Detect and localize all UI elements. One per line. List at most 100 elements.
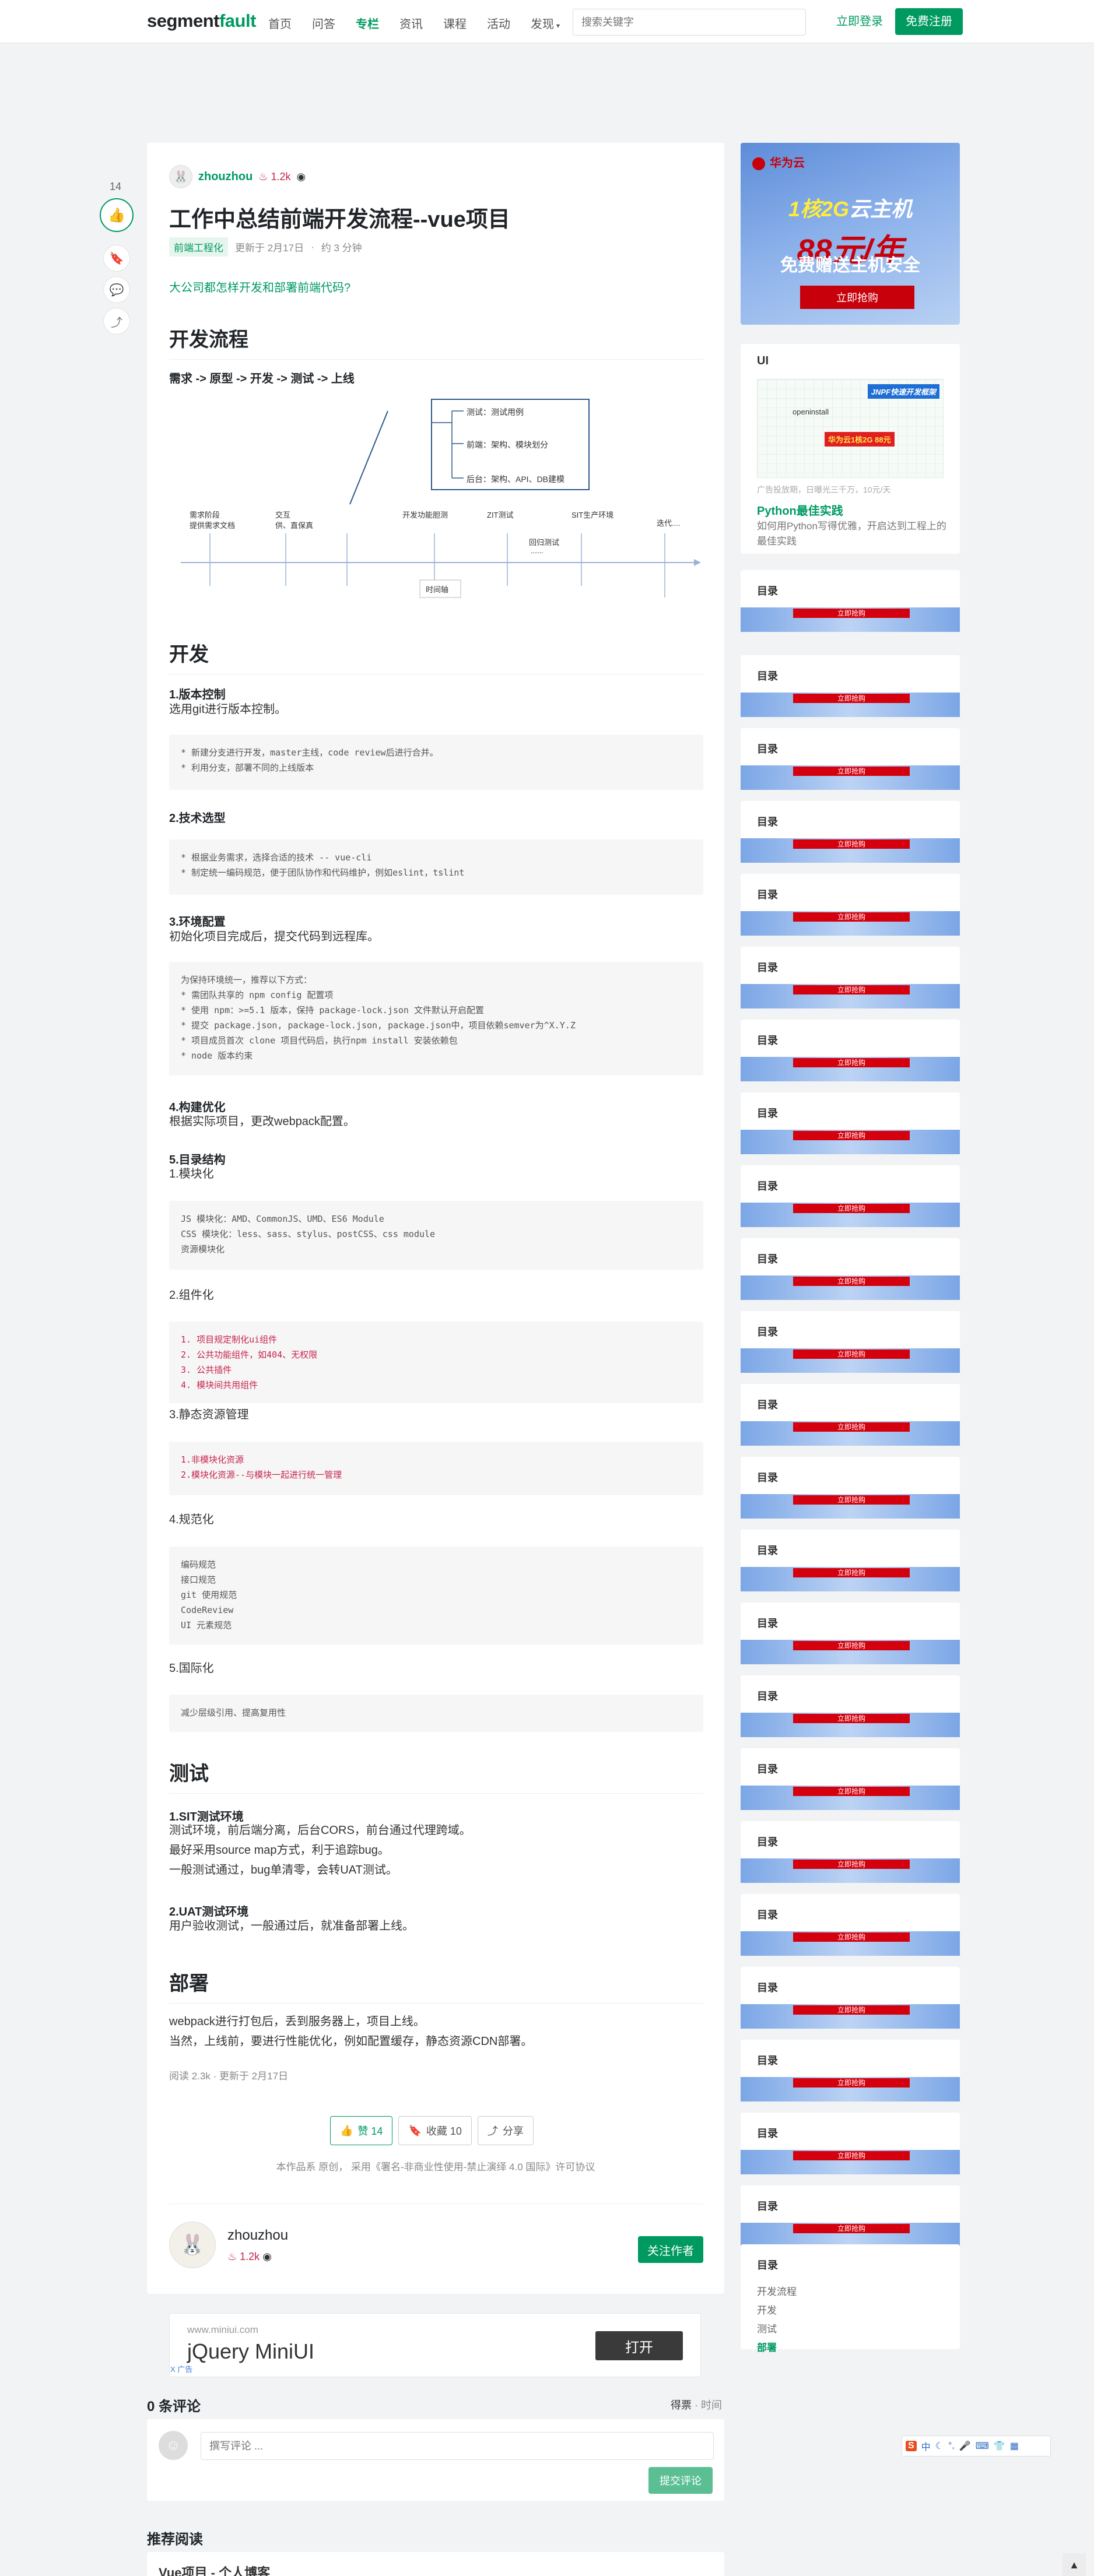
toc-ad-strip[interactable]: 立即抢购 — [741, 838, 960, 863]
toc-ad-strip[interactable]: 立即抢购 — [741, 1130, 960, 1154]
submit-comment-button[interactable]: 提交评论 — [648, 2467, 713, 2494]
comment-input[interactable] — [201, 2432, 714, 2460]
nav-item-discover[interactable]: 发现 ▾ — [531, 15, 560, 31]
toc-ad-strip[interactable]: 立即抢购 — [741, 1786, 960, 1810]
toc-ad-button[interactable]: 立即抢购 — [793, 1641, 910, 1650]
recommend-title[interactable]: Vue项目 - 个人博客 — [159, 2563, 270, 2576]
toc-item[interactable]: 测试 — [757, 2320, 797, 2339]
ad-mark[interactable]: X 广告 — [170, 2363, 192, 2374]
toc-ad-button[interactable]: 立即抢购 — [793, 1932, 910, 1942]
ime-toolbar[interactable]: S 中 ☾ °, 🎤 ⌨ 👕 ▦ — [902, 2436, 1051, 2456]
share-button[interactable]: ⤴ 分享 — [477, 2116, 534, 2145]
nav-item-events[interactable]: 活动 — [487, 15, 510, 31]
follow-author-button[interactable]: 关注作者 — [638, 2236, 703, 2263]
toc-ad-strip[interactable]: 立即抢购 — [741, 2223, 960, 2247]
diagram-box-line: 前端：架构、模块划分 — [467, 440, 548, 449]
avatar[interactable]: 🐰 — [169, 2222, 216, 2268]
toc-ad-strip[interactable]: 立即抢购 — [741, 1858, 960, 1883]
toc-ad-button[interactable]: 立即抢购 — [793, 2151, 910, 2160]
reputation-value: 1.2k — [271, 170, 291, 182]
toc-item[interactable]: 开发 — [757, 2301, 797, 2320]
huawei-cloud-ad[interactable]: 华为云 1核2G云主机 88元/年 免费赠送主机安全 立即抢购 — [741, 143, 960, 325]
toc-ad-strip[interactable]: 立即抢购 — [741, 1057, 960, 1081]
toc-ad-button[interactable]: 立即抢购 — [793, 1058, 910, 1067]
github-icon[interactable]: ◉ — [296, 171, 306, 183]
nav-item-news[interactable]: 资讯 — [399, 15, 423, 31]
toc-ad-strip[interactable]: 立即抢购 — [741, 1567, 960, 1591]
register-button[interactable]: 免费注册 — [895, 8, 963, 35]
like-button[interactable]: 👍 赞 14 — [330, 2116, 393, 2145]
toc-ad-button[interactable]: 立即抢购 — [793, 609, 910, 618]
toc-ad-strip[interactable]: 立即抢购 — [741, 2150, 960, 2174]
toc-ad-strip[interactable]: 立即抢购 — [741, 1931, 960, 1956]
toc-ad-button[interactable]: 立即抢购 — [793, 1204, 910, 1213]
toc-ad-strip[interactable]: 立即抢购 — [741, 607, 960, 632]
toc-ad-strip[interactable]: 立即抢购 — [741, 765, 960, 790]
toc-ad-button[interactable]: 立即抢购 — [793, 1495, 910, 1505]
toc-ad-button[interactable]: 立即抢购 — [793, 839, 910, 849]
toc-ad-button[interactable]: 立即抢购 — [793, 1422, 910, 1432]
toc-item-active[interactable]: 部署 — [757, 2339, 797, 2357]
search-input[interactable] — [573, 9, 806, 36]
share-button[interactable]: ⤴ — [103, 308, 130, 335]
login-button[interactable]: 立即登录 — [828, 8, 891, 35]
like-button[interactable]: 👍 — [100, 198, 134, 232]
back-to-top-button[interactable]: ▲ — [1063, 2553, 1086, 2576]
toc-ad-strip[interactable]: 立即抢购 — [741, 1348, 960, 1373]
toc-ad-button[interactable]: 立即抢购 — [793, 1277, 910, 1286]
sidebar-link[interactable]: Python最佳实践 — [757, 501, 843, 518]
toc-ad-button[interactable]: 立即抢购 — [793, 1787, 910, 1796]
toc-ad-button[interactable]: 立即抢购 — [793, 912, 910, 922]
miniui-ad[interactable]: www.miniui.com jQuery MiniUI 打开 — [169, 2313, 701, 2377]
sort-by-votes[interactable]: 得票 — [671, 2399, 692, 2411]
toc-ad-button[interactable]: 立即抢购 — [793, 985, 910, 994]
toc-ad-button[interactable]: 立即抢购 — [793, 2005, 910, 2015]
toc-ad-button[interactable]: 立即抢购 — [793, 767, 910, 776]
ad-buy-button[interactable]: 立即抢购 — [800, 286, 914, 309]
toc-ad-button[interactable]: 立即抢购 — [793, 1714, 910, 1723]
sidebar-ad-image[interactable]: JNPF快速开发框架 openinstall 华为云1核2G 88元 — [757, 379, 944, 478]
ad-open-button[interactable]: 打开 — [595, 2331, 683, 2360]
toc-ad-button[interactable]: 立即抢购 — [793, 1860, 910, 1869]
avatar[interactable]: 🐰 — [169, 165, 192, 188]
favorite-button[interactable]: 🔖 收藏 10 — [398, 2116, 472, 2145]
toc-ad-button[interactable]: 立即抢购 — [793, 1131, 910, 1140]
toc-ad-strip[interactable]: 立即抢购 — [741, 1494, 960, 1519]
toc-ad-button[interactable]: 立即抢购 — [793, 1568, 910, 1577]
toc-item[interactable]: 开发流程 — [757, 2283, 797, 2301]
intro-link[interactable]: 大公司都怎样开发和部署前端代码? — [169, 278, 350, 295]
toc-ad-strip[interactable]: 立即抢购 — [741, 2004, 960, 2029]
toc-ad-button[interactable]: 立即抢购 — [793, 694, 910, 703]
author-name[interactable]: zhouzhou — [198, 170, 253, 184]
bookmark-button[interactable]: 🔖 — [103, 245, 130, 272]
nav-item-home[interactable]: 首页 — [268, 15, 292, 31]
toc-ad-button[interactable]: 立即抢购 — [793, 2078, 910, 2087]
sogou-icon: S — [906, 2441, 917, 2451]
toc-ad-card: 目录 立即抢购 — [741, 1020, 960, 1081]
toc-ad-button[interactable]: 立即抢购 — [793, 1349, 910, 1359]
github-icon[interactable]: ◉ — [262, 2251, 272, 2262]
toc-ad-strip[interactable]: 立即抢购 — [741, 2077, 960, 2101]
site-logo[interactable]: segmentfault — [147, 10, 256, 31]
comment-button[interactable]: 💬 — [103, 276, 130, 303]
toc-ad-strip[interactable]: 立即抢购 — [741, 1640, 960, 1664]
sort-by-time[interactable]: 时间 — [701, 2399, 722, 2411]
toc-ad-strip[interactable]: 立即抢购 — [741, 984, 960, 1008]
recommend-card[interactable]: Vue项目 - 个人博客 — [147, 2552, 724, 2576]
toc-title: 目录 — [757, 1618, 778, 1629]
toc-ad-strip[interactable]: 立即抢购 — [741, 1275, 960, 1300]
toc-ad-card: 目录 立即抢购 — [741, 655, 960, 717]
toc-ad-strip[interactable]: 立即抢购 — [741, 911, 960, 936]
article-tag[interactable]: 前端工程化 — [169, 237, 228, 256]
thumbs-up-icon: 👍 — [108, 207, 125, 223]
nav-item-courses[interactable]: 课程 — [443, 15, 467, 31]
toc-ad-strip[interactable]: 立即抢购 — [741, 1203, 960, 1227]
toc-ad-button[interactable]: 立即抢购 — [793, 2224, 910, 2233]
code-line: git 使用规范 — [181, 1590, 237, 1600]
author-name[interactable]: zhouzhou — [227, 2227, 288, 2244]
toc-ad-strip[interactable]: 立即抢购 — [741, 1713, 960, 1737]
toc-ad-strip[interactable]: 立即抢购 — [741, 1421, 960, 1446]
nav-item-columns[interactable]: 专栏 — [356, 15, 379, 31]
nav-item-qa[interactable]: 问答 — [312, 15, 335, 31]
toc-ad-strip[interactable]: 立即抢购 — [741, 693, 960, 717]
